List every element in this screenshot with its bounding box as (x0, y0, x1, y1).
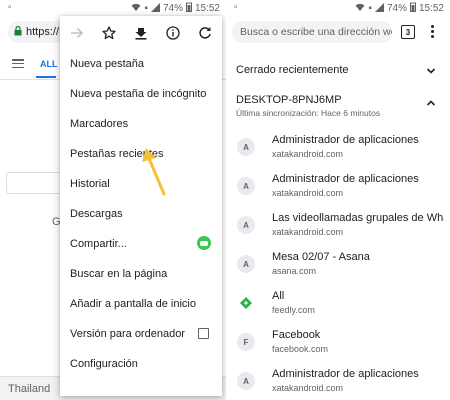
screenshot-root: ▫ ▪ 74% 15:52 https:// ALL G Thailand Nu… (0, 0, 450, 400)
tab-all[interactable]: ALL (40, 59, 58, 69)
menu-new-tab[interactable]: Nueva pestaña (70, 58, 144, 70)
recent-tab-item[interactable]: All feedly.com (226, 286, 450, 324)
annotation-arrow-icon (142, 148, 166, 196)
search-address-bar[interactable]: Busca o escribe una dirección we (232, 21, 392, 43)
recent-tab-url: xatakandroid.com (272, 227, 344, 237)
menu-add-to-home-screen[interactable]: Añadir a pantalla de inicio (70, 298, 196, 310)
search-placeholder: Busca o escribe una dirección we (240, 26, 392, 38)
sim-icon: ▪ (368, 2, 372, 14)
recent-tab-item[interactable]: A Las videollamadas grupales de Whats...… (226, 208, 450, 246)
status-bar-right: ▫ ▪ 74% 15:52 (226, 0, 450, 16)
recent-tab-title: Administrador de aplicaciones (272, 368, 419, 380)
lock-icon (14, 25, 22, 39)
forward-icon[interactable] (68, 24, 86, 42)
recent-tab-item[interactable]: F Facebook facebook.com (226, 325, 450, 363)
more-options-icon[interactable] (429, 25, 435, 39)
recent-tab-url: facebook.com (272, 344, 329, 354)
share-app-icon[interactable] (197, 236, 211, 250)
notification-icon: ▫ (234, 2, 238, 13)
recent-tab-item[interactable]: A Administrador de aplicaciones xatakand… (226, 130, 450, 168)
left-phone-screen: ▫ ▪ 74% 15:52 https:// ALL G Thailand Nu… (0, 0, 226, 400)
battery-icon (409, 2, 416, 15)
chevron-up-icon[interactable] (426, 98, 436, 108)
tab-switcher-button[interactable]: 3 (401, 25, 415, 39)
recent-tab-item[interactable]: A Administrador de aplicaciones xatakand… (226, 364, 450, 400)
recently-closed-header[interactable]: Cerrado recientemente (236, 64, 349, 76)
recent-tab-title: Administrador de aplicaciones (272, 134, 419, 146)
left-search-field[interactable] (6, 172, 66, 194)
recent-tab-url: feedly.com (272, 305, 315, 315)
status-bar-left: ▫ ▪ 74% 15:52 (0, 0, 226, 16)
recent-tab-url: asana.com (272, 266, 317, 276)
device-name[interactable]: DESKTOP-8PNJ6MP (236, 94, 342, 106)
refresh-icon[interactable] (196, 24, 214, 42)
clock: 15:52 (194, 3, 220, 14)
tab-all-indicator (36, 76, 56, 78)
chevron-down-icon[interactable] (426, 66, 436, 76)
footer-location: Thailand (8, 383, 51, 395)
menu-share[interactable]: Compartir... (70, 238, 127, 250)
site-favicon-icon: A (237, 255, 255, 273)
sim-icon: ▪ (144, 2, 148, 14)
menu-icon-row (60, 16, 222, 50)
site-favicon-icon: A (237, 216, 255, 234)
desktop-site-checkbox[interactable] (198, 328, 209, 339)
site-favicon-icon: A (237, 138, 255, 156)
menu-settings[interactable]: Configuración (70, 358, 138, 370)
download-icon[interactable] (132, 24, 150, 42)
star-icon[interactable] (100, 24, 118, 42)
hamburger-menu-icon[interactable] (12, 59, 24, 69)
recent-tab-title: Las videollamadas grupales de Whats... (272, 212, 444, 224)
battery-percent: 74% (386, 3, 407, 14)
recent-tab-title: Administrador de aplicaciones (272, 173, 419, 185)
menu-find-in-page[interactable]: Buscar en la página (70, 268, 167, 280)
site-favicon-icon: A (237, 372, 255, 390)
site-favicon-icon: A (237, 177, 255, 195)
feedly-icon (237, 294, 255, 312)
battery-icon (185, 2, 192, 15)
menu-new-incognito-tab[interactable]: Nueva pestaña de incógnito (70, 88, 206, 100)
clock: 15:52 (418, 3, 444, 14)
left-url-text: https:// (26, 26, 60, 38)
recent-tab-item[interactable]: A Administrador de aplicaciones xatakand… (226, 169, 450, 207)
recent-tab-url: xatakandroid.com (272, 188, 344, 198)
info-icon[interactable] (164, 24, 182, 42)
menu-history[interactable]: Historial (70, 178, 110, 190)
wifi-icon (131, 3, 141, 15)
recent-tab-title: Mesa 02/07 - Asana (272, 251, 370, 263)
menu-downloads[interactable]: Descargas (70, 208, 123, 220)
signal-icon (374, 2, 384, 15)
recent-tab-title: All (272, 290, 285, 302)
recent-tab-url: xatakandroid.com (272, 149, 344, 159)
site-favicon-icon: F (237, 333, 255, 351)
signal-icon (150, 2, 160, 15)
chrome-overflow-menu: Nueva pestaña Nueva pestaña de incógnito… (60, 16, 222, 396)
notification-icon: ▫ (8, 2, 12, 13)
right-phone-screen: ▫ ▪ 74% 15:52 Busca o escribe una direcc… (226, 0, 450, 400)
recent-tab-title: Facebook (272, 329, 321, 341)
recent-tab-item[interactable]: A Mesa 02/07 - Asana asana.com (226, 247, 450, 285)
menu-desktop-site[interactable]: Versión para ordenador (70, 328, 185, 340)
recent-tab-url: xatakandroid.com (272, 383, 344, 393)
battery-percent: 74% (162, 3, 183, 14)
last-sync-text: Última sincronización: Hace 6 minutos (236, 108, 381, 118)
wifi-icon (355, 3, 365, 15)
menu-bookmarks[interactable]: Marcadores (70, 118, 128, 130)
